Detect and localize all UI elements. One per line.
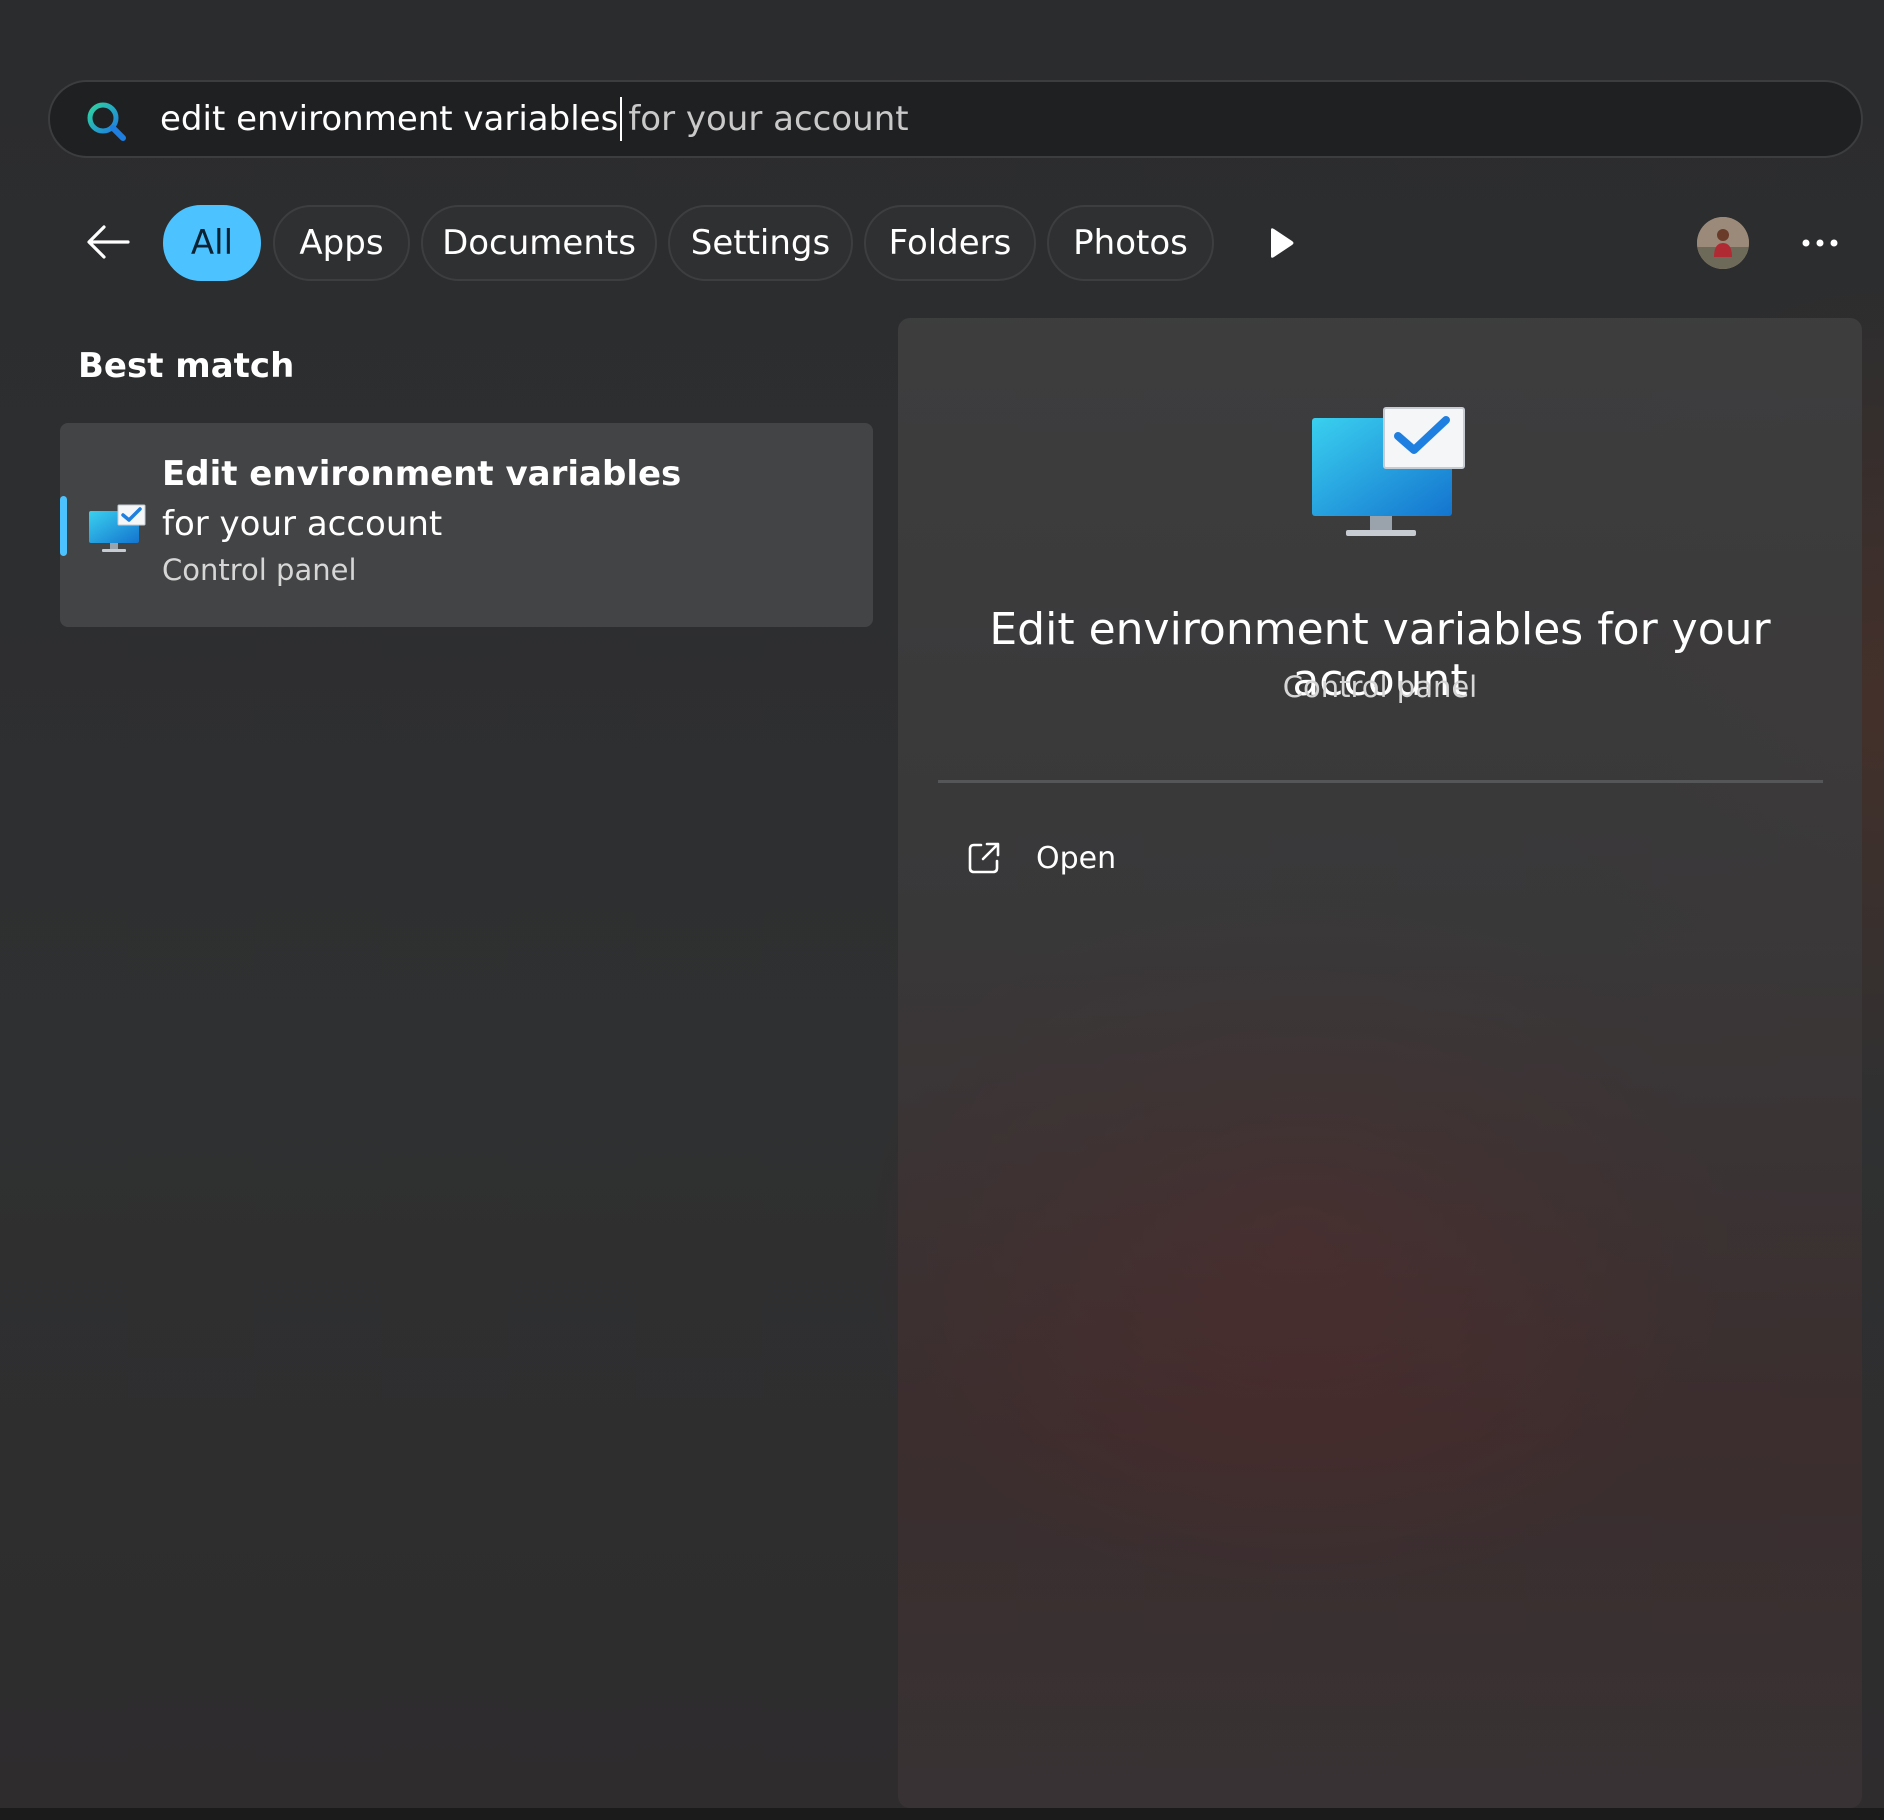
search-input[interactable]: edit environment variables for your acco…: [160, 82, 909, 156]
windows-search-panel: edit environment variables for your acco…: [0, 0, 1884, 1820]
filter-bar: All Apps Documents Settings Folders Phot…: [0, 200, 1884, 284]
filter-chip-photos[interactable]: Photos: [1047, 205, 1214, 281]
preview-subtitle: Control panel: [1282, 670, 1478, 704]
preview-pane: Edit environment variables for your acco…: [898, 318, 1862, 1808]
divider: [938, 780, 1823, 783]
scroll-filters-right-icon[interactable]: [1266, 226, 1296, 260]
more-options-button[interactable]: [1796, 220, 1844, 266]
result-subtitle: Control panel: [162, 553, 357, 587]
open-action-button[interactable]: Open: [938, 826, 1238, 890]
environment-variables-large-icon: [1312, 407, 1465, 536]
search-autocomplete-suggestion: for your account: [628, 99, 909, 139]
result-title-rest: for your account: [162, 504, 443, 544]
open-label: Open: [1036, 840, 1117, 876]
ellipsis-icon: [1802, 239, 1838, 247]
selection-indicator: [60, 496, 67, 556]
user-avatar[interactable]: [1697, 217, 1749, 269]
search-query-text: edit environment variables: [160, 99, 619, 139]
open-external-icon: [968, 842, 1000, 874]
filter-chip-documents[interactable]: Documents: [421, 205, 657, 281]
filter-chip-all[interactable]: All: [163, 205, 261, 281]
text-caret: [620, 97, 623, 141]
filter-chip-apps[interactable]: Apps: [273, 205, 410, 281]
search-icon: [87, 102, 126, 141]
arrow-left-icon: [87, 225, 130, 259]
result-title-match: Edit environment variables: [162, 454, 682, 494]
best-match-result[interactable]: Edit environment variables for your acco…: [60, 423, 873, 627]
search-box[interactable]: edit environment variables for your acco…: [48, 80, 1863, 158]
back-button[interactable]: [80, 216, 136, 268]
environment-variables-icon: [89, 504, 146, 552]
filter-chip-settings[interactable]: Settings: [668, 205, 853, 281]
taskbar-edge: [0, 1808, 1884, 1820]
result-title: Edit environment variables for your acco…: [162, 449, 722, 549]
filter-chip-folders[interactable]: Folders: [864, 205, 1036, 281]
person-photo-icon: [1697, 217, 1749, 269]
best-match-heading: Best match: [78, 346, 295, 386]
